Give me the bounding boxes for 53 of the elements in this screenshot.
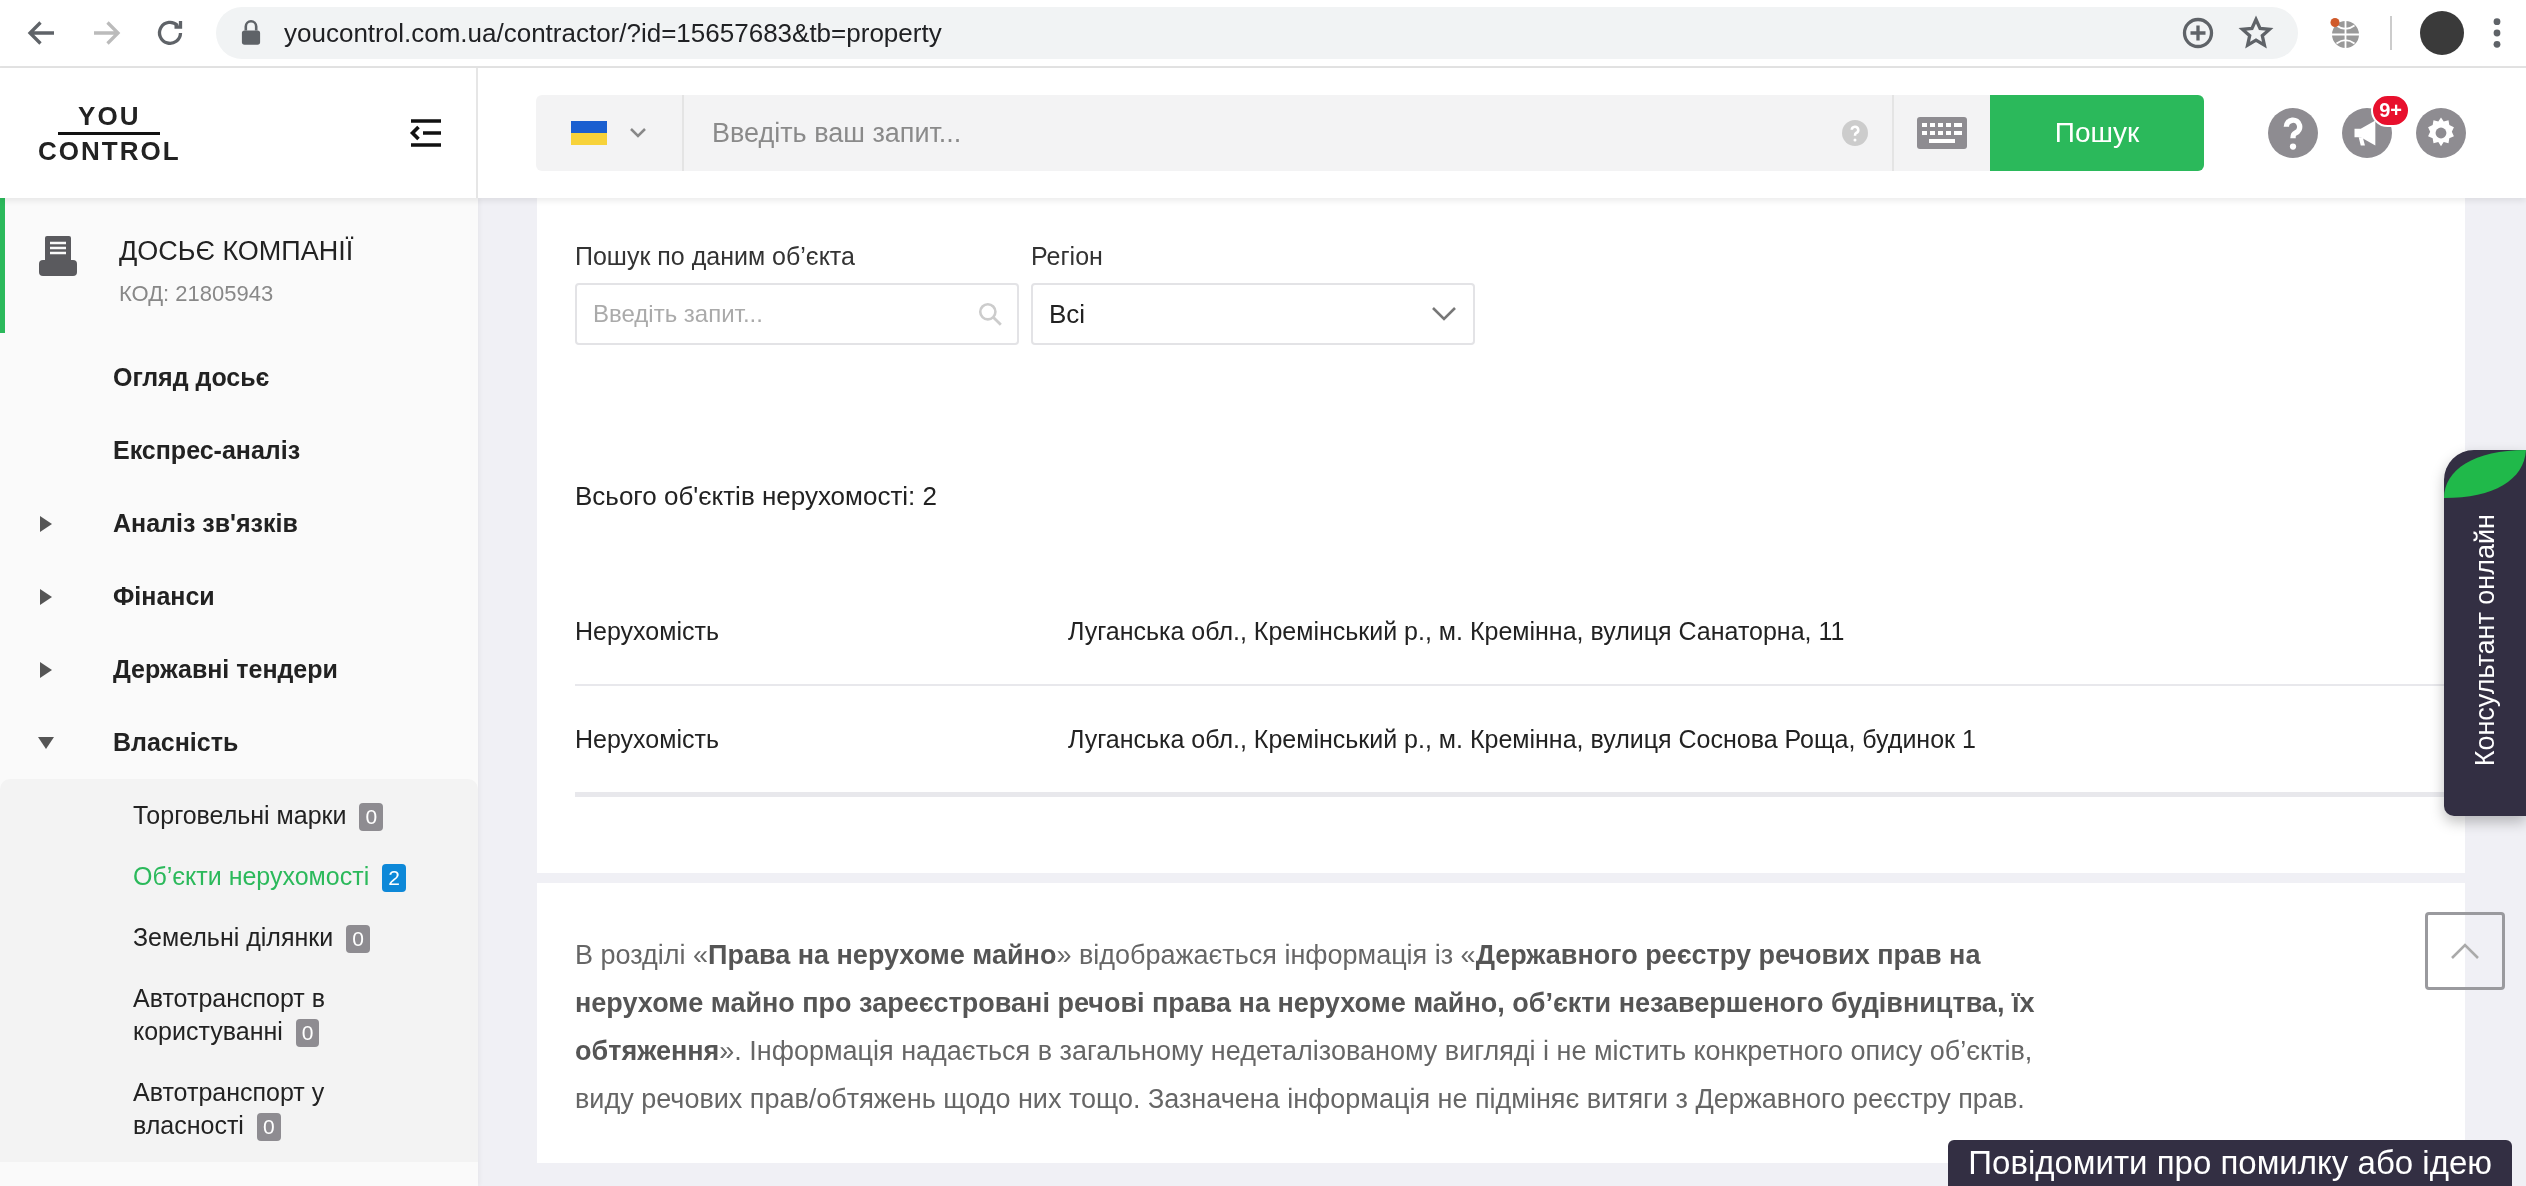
sidebar-item[interactable]: Фінанси (0, 560, 478, 633)
zoom-icon[interactable] (2180, 15, 2216, 51)
leaf-icon (2444, 450, 2526, 498)
star-icon[interactable] (2238, 15, 2274, 51)
keyboard-icon[interactable] (1917, 117, 1967, 149)
chevron-icon (629, 127, 647, 139)
scroll-top-button[interactable] (2425, 912, 2505, 990)
count-badge: 0 (295, 1019, 320, 1047)
sidebar-item[interactable]: Огляд досьє (0, 341, 478, 414)
table-cell: Луганська обл., Кремінський р., м. Кремінна, вулиця Санаторна, 11 (1068, 616, 1845, 646)
field-label: Пошук по даним об’єкта (575, 242, 856, 271)
table-cell-text: Нерухомість (575, 724, 720, 754)
sidebar-subitem[interactable]: Об’єкти нерухомості 2 (0, 846, 478, 907)
region-dropdown[interactable]: Всі (1031, 283, 1475, 345)
count-badge: 0 (359, 803, 384, 831)
chevron-icon (1431, 306, 1457, 322)
feedback-button[interactable]: Повідомити про помилку або ідею (1948, 1140, 2512, 1186)
chevron-up-icon (2450, 942, 2480, 960)
notification-badge: 9+ (2371, 94, 2410, 127)
info-paragraph: В розділі «Права на нерухоме майно» відображається інформація із «Державного реєстру речових прав на нерухоме майно про зареєстровані речові права на нерухоме майно, об’єкти незавершеного будівництва, їх обтяження». Інформація надається в загальному недеталізованому вигляді і не містить конкретного опису об’єктів, виду речових прав/обтяжень щодо них тощо. Зазначена інформація не підміняє витяги з Державного реєстру прав. (575, 939, 2035, 1116)
sidebar-item[interactable]: Експрес-аналіз (0, 414, 478, 487)
total-count: Всього об'єктів нерухомості: 2 (575, 481, 938, 512)
address-bar[interactable]: youcontrol.com.ua/contractor/?id=15657683&tb=property (216, 7, 2298, 59)
settings-icon[interactable] (2416, 108, 2466, 158)
company-code: КОД: 21805943 (119, 281, 275, 307)
search-field[interactable]: Введіть ваш запит... (684, 95, 1842, 171)
sidebar-item[interactable]: Державні тендери (0, 633, 478, 706)
sidebar-item[interactable]: Аналіз зв'язків (0, 487, 478, 560)
lock-icon (240, 20, 262, 46)
sidebar-item[interactable]: Власність (0, 706, 478, 779)
document-icon (39, 236, 77, 276)
url-text: youcontrol.com.ua/contractor/?id=15657683&tb=property (284, 17, 943, 49)
help-icon[interactable] (2268, 108, 2318, 158)
object-search-field[interactable]: Введіть запит... (575, 283, 1019, 345)
sidebar-subitem[interactable]: Торговельні марки 0 (0, 785, 478, 846)
country-dropdown[interactable] (536, 95, 684, 171)
sidebar-subitem[interactable]: Автотранспорт в користуванні 0 (0, 968, 478, 1062)
sidebar-subitem[interactable]: Земельні ділянки 0 (0, 907, 478, 968)
search-icon (977, 301, 1003, 327)
count-badge: 0 (346, 925, 370, 953)
table-cell: Луганська обл., Кремінський р., м. Кремінна, вулиця Соснова Роща, будинок 1 (1068, 724, 1976, 754)
avatar[interactable] (2420, 11, 2464, 55)
menu-icon[interactable] (2492, 16, 2502, 50)
table-cell-text: Нерухомість (575, 616, 720, 646)
sidebar-subitem[interactable]: Автотранспорт у власності 0 (0, 1062, 478, 1156)
logo[interactable]: YOU CONTROL (38, 101, 181, 165)
count-badge: 0 (256, 1113, 281, 1141)
dossier-title: ДОСЬЄ КОМПАНІЇ (119, 236, 354, 267)
flag-icon (571, 121, 607, 145)
field-label: Регіон (1031, 242, 1104, 271)
collapse-menu-icon[interactable] (408, 118, 444, 148)
count-badge: 2 (382, 864, 406, 892)
consultant-tab[interactable]: Консультант онлайн (2444, 450, 2526, 816)
